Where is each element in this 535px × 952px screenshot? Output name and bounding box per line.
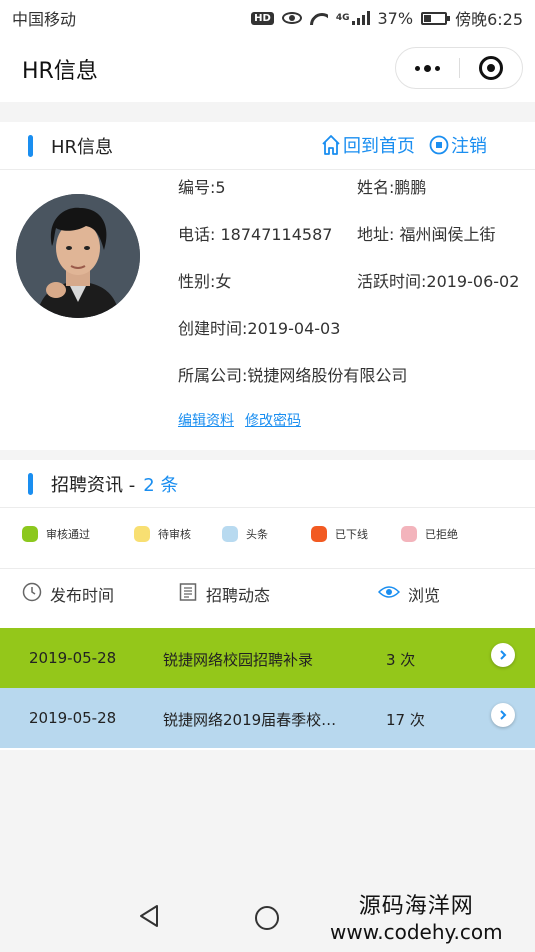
clock: 傍晚6:25 (455, 10, 523, 29)
recruitment-card: 招聘资讯 - 2 条 审核通过 待审核 头条 已下线 已拒绝 发布时间 招聘动态… (0, 460, 535, 750)
status-legend: 审核通过 待审核 头条 已下线 已拒绝 (0, 518, 535, 564)
home-button[interactable]: 回到首页 (321, 132, 415, 158)
legend-swatch (222, 526, 238, 542)
recruit-views: 3 次 (386, 651, 416, 669)
hr-info-header: HR信息 回到首页 注销 (0, 122, 535, 170)
logout-icon (429, 135, 449, 155)
hr-gender: 性别:女 (178, 272, 232, 291)
recruit-title: 锐捷网络2019届春季校… (163, 711, 337, 729)
legend-offline: 已下线 (311, 526, 368, 542)
signal-icon (351, 11, 370, 25)
home-circle-icon[interactable] (255, 906, 279, 930)
recruit-title: 锐捷网络校园招聘补录 (163, 651, 314, 669)
change-password-link[interactable]: 修改密码 (245, 410, 301, 430)
column-views: 浏览 (377, 582, 441, 606)
logout-button[interactable]: 注销 (429, 132, 487, 158)
legend-label: 待审核 (158, 528, 191, 541)
avatar (16, 194, 140, 318)
system-nav-bar: 源码海洋网 www.codehy.com (0, 882, 535, 952)
hr-active-time: 活跃时间:2019-06-02 (357, 272, 520, 291)
hr-company: 所属公司:锐捷网络股份有限公司 (178, 366, 408, 385)
recruit-date: 2019-05-28 (29, 649, 117, 667)
column-label: 招聘动态 (206, 586, 271, 605)
carrier-label: 中国移动 (12, 10, 77, 29)
legend-label: 头条 (246, 528, 268, 541)
legend-label: 审核通过 (46, 528, 90, 541)
legend-swatch (401, 526, 417, 542)
legend-swatch (311, 526, 327, 542)
hr-created-time: 创建时间:2019-04-03 (178, 319, 341, 338)
recruitment-title: 招聘资讯 - (51, 474, 136, 496)
watermark-url: www.codehy.com (330, 920, 503, 944)
recruit-row[interactable]: 2019-05-28 锐捷网络校园招聘补录 3 次 (0, 628, 535, 688)
hr-info-card: HR信息 回到首页 注销 编号:5 姓名:鹏鹏 电话: 18747114587 … (0, 122, 535, 450)
page-title: HR信息 (22, 59, 98, 84)
legend-pending: 待审核 (134, 526, 191, 542)
more-dots-icon (423, 64, 431, 72)
more-dots-icon (414, 65, 420, 71)
legend-label: 已拒绝 (425, 528, 458, 541)
legend-label: 已下线 (335, 528, 368, 541)
column-label: 浏览 (408, 586, 441, 605)
logout-button-label: 注销 (451, 136, 487, 157)
wifi-icon (310, 11, 328, 25)
battery-percent: 37% (377, 8, 414, 28)
target-icon (478, 56, 503, 80)
home-icon (321, 134, 341, 156)
more-dots-icon (434, 65, 440, 71)
eye-comfort-icon (281, 12, 302, 24)
clock-icon (22, 582, 42, 606)
nav-bar: HR信息 (0, 36, 535, 102)
section-accent-bar (28, 472, 33, 495)
edit-profile-link[interactable]: 编辑资料 (178, 410, 234, 430)
hr-name: 姓名:鹏鹏 (357, 178, 427, 197)
watermark: 源码海洋网 www.codehy.com (330, 894, 503, 944)
network-type-label: 4G (335, 13, 350, 23)
eye-icon (377, 584, 401, 604)
status-icons: HD 4G 37% 傍晚6:25 (251, 6, 523, 30)
section-accent-bar (28, 134, 33, 157)
mini-program-capsule (395, 47, 523, 89)
chevron-right-icon[interactable] (491, 643, 515, 667)
column-recruit-dynamic: 招聘动态 (178, 582, 270, 606)
recruit-date: 2019-05-28 (29, 709, 117, 727)
hr-phone: 电话: 18747114587 (178, 225, 333, 244)
recruit-row[interactable]: 2019-05-28 锐捷网络2019届春季校… 17 次 (0, 688, 535, 748)
battery-icon (421, 11, 451, 25)
document-icon (178, 582, 198, 606)
status-bar: 中国移动 HD 4G 37% 傍晚6:25 (0, 0, 535, 36)
column-publish-time: 发布时间 (22, 582, 114, 606)
hr-info-title: HR信息 (51, 136, 114, 158)
watermark-title: 源码海洋网 (358, 894, 474, 919)
column-label: 发布时间 (50, 586, 115, 605)
hd-icon: HD (251, 11, 274, 25)
legend-swatch (134, 526, 150, 542)
legend-swatch (22, 526, 38, 542)
legend-headline: 头条 (222, 526, 268, 542)
chevron-right-icon[interactable] (491, 703, 515, 727)
close-mini-program-button[interactable] (460, 48, 523, 88)
recruitment-count: 2 条 (143, 474, 179, 496)
home-button-label: 回到首页 (343, 136, 415, 157)
back-icon[interactable] (138, 904, 160, 932)
more-menu-button[interactable] (396, 48, 459, 88)
hr-address: 地址: 福州闽侯上街 (357, 225, 496, 244)
legend-divider (0, 568, 535, 569)
recruit-views: 17 次 (386, 711, 425, 729)
hr-id: 编号:5 (178, 178, 226, 197)
recruitment-header: 招聘资讯 - 2 条 (0, 460, 535, 508)
legend-approved: 审核通过 (22, 526, 90, 542)
legend-rejected: 已拒绝 (401, 526, 458, 542)
